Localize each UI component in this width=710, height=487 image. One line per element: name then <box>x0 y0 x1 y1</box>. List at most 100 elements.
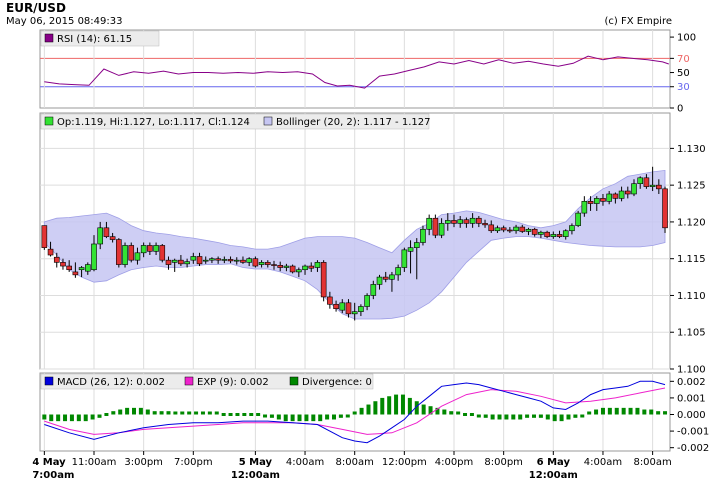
candle-body <box>165 259 172 265</box>
divergence-bar <box>207 411 212 415</box>
divergence-bar <box>380 397 385 415</box>
candle-body <box>556 234 563 237</box>
candle-body <box>314 262 321 268</box>
divergence-bar <box>318 414 323 422</box>
divergence-bar <box>152 411 157 415</box>
candle-body <box>41 225 48 248</box>
rsi-legend-label: RSI (14): 61.15 <box>57 34 132 45</box>
macd-tick-label: 0.001 <box>677 393 706 404</box>
candle-body <box>469 217 476 224</box>
candle-body <box>476 217 482 224</box>
divergence-bar <box>173 411 178 415</box>
candle-body <box>252 258 259 267</box>
divergence-bar <box>249 413 254 416</box>
candle-body <box>308 265 315 269</box>
divergence-bar <box>463 413 468 416</box>
price-tick-label: 1.110 <box>677 291 706 302</box>
price-tick-label: 1.105 <box>677 328 706 339</box>
candle-body <box>159 245 166 261</box>
x-tick-label: 4:00am <box>286 457 324 468</box>
divergence-bar <box>566 414 571 420</box>
candle-body <box>494 227 501 232</box>
divergence-bar <box>449 411 454 415</box>
candle-body <box>271 264 277 266</box>
divergence-bar <box>642 409 647 415</box>
divergence-bar <box>166 411 171 415</box>
candle-body <box>60 262 66 267</box>
candle-body <box>519 226 526 232</box>
divergence-bar <box>187 411 192 415</box>
rsi-legend-swatch <box>44 33 54 43</box>
divergence-bar <box>76 414 81 422</box>
candle-body <box>72 271 79 276</box>
candlestick <box>128 242 135 263</box>
exp-legend-label: EXP (9): 0.002 <box>197 377 269 388</box>
candle-body <box>178 259 184 265</box>
divergence-bar <box>607 407 612 415</box>
candle-body <box>122 245 128 265</box>
candle-body <box>302 265 308 271</box>
divergence-bar <box>456 411 461 415</box>
candle-body <box>631 183 637 195</box>
divergence-legend-swatch <box>289 376 299 386</box>
divergence-bar <box>366 404 371 415</box>
candlestick <box>122 242 128 268</box>
x-tick-label: 4:00am <box>584 457 622 468</box>
candle-body <box>507 229 513 232</box>
candle-body <box>438 223 445 236</box>
ohlc-legend-label: Op:1.119, Hi:1.127, Lo:1.117, Cl:1.124 <box>57 117 250 128</box>
divergence-bar <box>214 411 219 415</box>
bollinger-legend-swatch <box>263 116 273 126</box>
divergence-bar <box>228 413 233 416</box>
price-panel: 1.130 1.125 1.120 1.115 1.110 1.105 1.100 Op:1… <box>39 112 706 376</box>
candle-body <box>283 265 290 268</box>
x-tick-label: 8:00am <box>336 457 374 468</box>
candle-body <box>78 267 85 271</box>
x-tick-label: 3:00pm <box>124 457 163 468</box>
candle-body <box>339 302 346 311</box>
divergence-bar <box>373 401 378 415</box>
divergence-bar <box>476 414 481 418</box>
candle-body <box>140 245 147 254</box>
divergence-bar <box>63 414 68 422</box>
macd-tick-label: -0.002 <box>677 443 709 454</box>
candle-body <box>147 245 153 252</box>
candle-body <box>351 311 358 315</box>
candle-body <box>91 243 97 271</box>
candle-body <box>97 227 104 245</box>
divergence-bar <box>283 414 288 422</box>
bollinger-legend-label: Bollinger (20, 2): 1.117 - 1.127 <box>276 117 430 128</box>
candle-body <box>575 212 581 226</box>
candle-body <box>134 252 141 261</box>
price-tick-label: 1.120 <box>677 217 706 228</box>
rsi-tick-label: 30 <box>677 82 690 93</box>
divergence-bar <box>352 411 357 415</box>
candle-body <box>488 224 495 232</box>
candle-body <box>264 262 271 265</box>
candlestick <box>41 225 48 250</box>
divergence-bar <box>580 414 585 418</box>
divergence-bar <box>297 414 302 422</box>
divergence-bar <box>635 407 640 415</box>
candle-body <box>258 262 265 265</box>
candle-body <box>296 269 302 273</box>
divergence-bar <box>104 413 109 416</box>
rsi-tick-label: 50 <box>677 68 690 79</box>
divergence-bar <box>545 414 550 420</box>
divergence-bar <box>656 411 661 415</box>
macd-legend-label: MACD (26, 12): 0.002 <box>57 377 165 388</box>
candle-body <box>624 190 631 195</box>
divergence-bar <box>290 414 295 422</box>
divergence-bar <box>359 407 364 415</box>
divergence-bar <box>469 413 474 416</box>
divergence-bar <box>49 414 54 422</box>
candle-body <box>649 184 656 187</box>
candle-body <box>116 239 122 265</box>
divergence-bar <box>200 411 205 415</box>
divergence-bar <box>421 404 426 415</box>
candle-body <box>53 256 60 263</box>
divergence-bar <box>525 414 530 418</box>
candle-body <box>66 265 72 271</box>
candle-body <box>643 177 650 187</box>
rsi-tick-label: 0 <box>677 104 683 115</box>
